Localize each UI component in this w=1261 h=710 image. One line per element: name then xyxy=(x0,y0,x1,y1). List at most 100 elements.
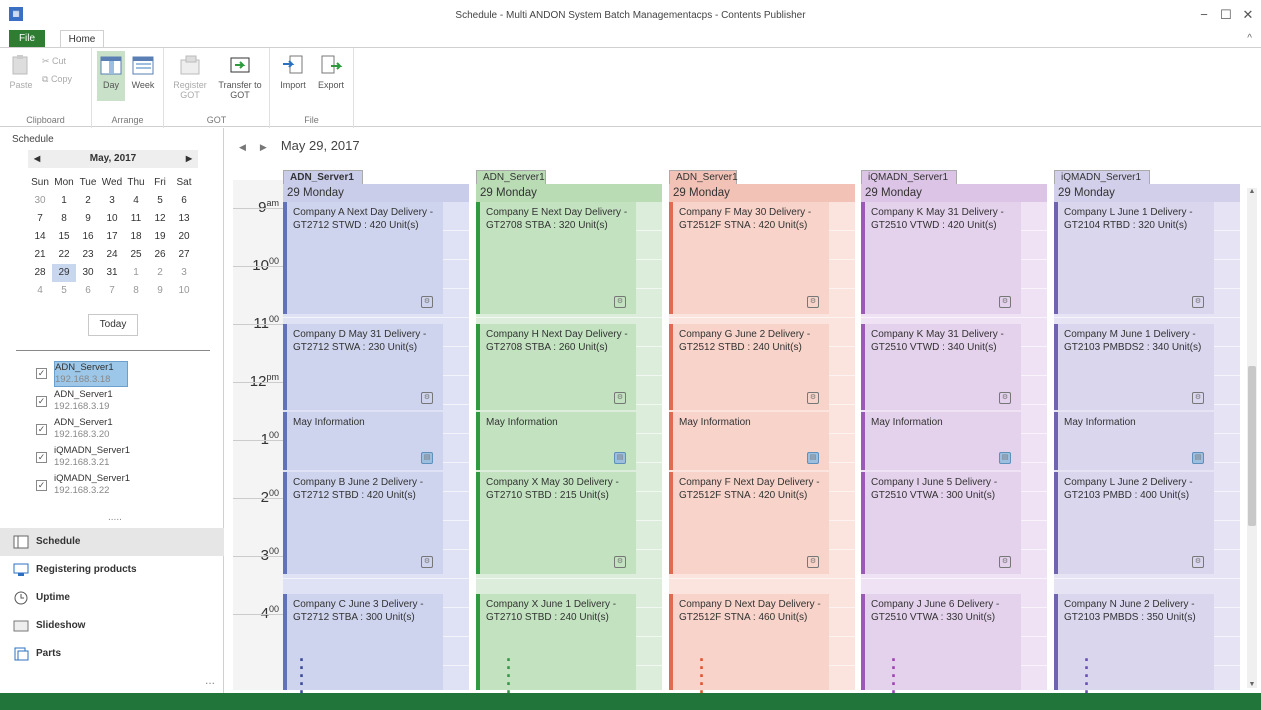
appointment[interactable]: Company D May 31 Delivery - GT2712 STWA … xyxy=(283,324,443,410)
appointment[interactable]: Company I June 5 Delivery - GT2510 VTWA … xyxy=(861,472,1021,574)
calendar-day[interactable]: 7 xyxy=(28,210,52,228)
calendar-day[interactable]: 31 xyxy=(100,264,124,282)
appointment[interactable]: Company K May 31 Delivery - GT2510 VTWD … xyxy=(861,202,1021,314)
nav-item-parts[interactable]: Parts xyxy=(0,640,224,668)
calendar-day[interactable]: 5 xyxy=(148,192,172,210)
appointment[interactable]: Company X May 30 Delivery - GT2710 STBD … xyxy=(476,472,636,574)
export-button[interactable]: Export xyxy=(314,54,348,90)
maximize-button[interactable]: ☐ xyxy=(1218,7,1234,23)
prev-day-button[interactable]: ◀ xyxy=(239,142,246,152)
calendar-day[interactable]: 15 xyxy=(52,228,76,246)
week-view-button[interactable]: Week xyxy=(128,54,158,90)
appointment[interactable]: Company M June 1 Delivery - GT2103 PMBDS… xyxy=(1054,324,1214,410)
calendar-day[interactable]: 3 xyxy=(100,192,124,210)
calendar-day[interactable]: 10 xyxy=(100,210,124,228)
server-item[interactable]: ✓ ADN_Server1 192.168.3.20 xyxy=(36,416,216,444)
server-item[interactable]: ✓ ADN_Server1 192.168.3.18 xyxy=(36,360,216,388)
calendar-day[interactable]: 27 xyxy=(172,246,196,264)
scroll-thumb[interactable] xyxy=(1248,366,1256,526)
appointment[interactable]: May Information ▤ xyxy=(1054,412,1214,470)
day-body[interactable]: Company K May 31 Delivery - GT2510 VTWD … xyxy=(861,202,1047,695)
calendar-day[interactable]: 17 xyxy=(100,228,124,246)
nav-overflow-button[interactable]: ... xyxy=(205,673,215,687)
appointment[interactable]: Company H Next Day Delivery - GT2708 STB… xyxy=(476,324,636,410)
server-info[interactable]: ADN_Server1 192.168.3.20 xyxy=(54,417,128,441)
server-checkbox[interactable]: ✓ xyxy=(36,396,47,407)
day-body[interactable]: Company L June 1 Delivery - GT2104 RTBD … xyxy=(1054,202,1240,695)
nav-item-uptime[interactable]: Uptime xyxy=(0,584,224,612)
server-info[interactable]: ADN_Server1 192.168.3.18 xyxy=(54,361,128,387)
calendar-day[interactable]: 30 xyxy=(76,264,100,282)
server-item[interactable]: ✓ iQMADN_Server1 192.168.3.21 xyxy=(36,444,216,472)
server-tab[interactable]: iQMADN_Server1 xyxy=(861,170,957,184)
nav-item-registering-products[interactable]: Registering products xyxy=(0,556,224,584)
appointment[interactable]: May Information ▤ xyxy=(476,412,636,470)
server-item[interactable]: ✓ iQMADN_Server1 192.168.3.22 xyxy=(36,472,216,500)
tab-file[interactable]: File xyxy=(9,30,45,48)
next-day-button[interactable]: ▶ xyxy=(260,142,267,152)
calendar-day[interactable]: 5 xyxy=(52,282,76,300)
calendar-day[interactable]: 14 xyxy=(28,228,52,246)
calendar-day[interactable]: 2 xyxy=(148,264,172,282)
calendar-day[interactable]: 16 xyxy=(76,228,100,246)
calendar-day[interactable]: 1 xyxy=(124,264,148,282)
calendar-day[interactable]: 18 xyxy=(124,228,148,246)
server-checkbox[interactable]: ✓ xyxy=(36,368,47,379)
calendar-day[interactable]: 8 xyxy=(124,282,148,300)
calendar-day[interactable]: 2 xyxy=(76,192,100,210)
calendar-day[interactable]: 28 xyxy=(28,264,52,282)
appointment[interactable]: Company F Next Day Delivery - GT2512F ST… xyxy=(669,472,829,574)
appointment[interactable]: Company X June 1 Delivery - GT2710 STBD … xyxy=(476,594,636,690)
server-checkbox[interactable]: ✓ xyxy=(36,452,47,463)
paste-button[interactable]: Paste xyxy=(6,54,36,90)
server-checkbox[interactable]: ✓ xyxy=(36,424,47,435)
server-info[interactable]: iQMADN_Server1 192.168.3.21 xyxy=(54,445,130,469)
appointment[interactable]: Company K May 31 Delivery - GT2510 VTWD … xyxy=(861,324,1021,410)
nav-item-slideshow[interactable]: Slideshow xyxy=(0,612,224,640)
collapse-ribbon-button[interactable]: ^ xyxy=(1247,33,1252,44)
next-month-button[interactable]: ▶ xyxy=(186,150,192,168)
today-button[interactable]: Today xyxy=(88,314,138,336)
prev-month-button[interactable]: ◀ xyxy=(34,150,40,168)
calendar-day[interactable]: 3 xyxy=(172,264,196,282)
nav-item-schedule[interactable]: Schedule xyxy=(0,528,224,556)
calendar-day[interactable]: 26 xyxy=(148,246,172,264)
calendar-day[interactable]: 11 xyxy=(124,210,148,228)
server-info[interactable]: iQMADN_Server1 192.168.3.22 xyxy=(54,473,130,497)
import-button[interactable]: Import xyxy=(276,54,310,90)
appointment[interactable]: May Information ▤ xyxy=(669,412,829,470)
day-body[interactable]: Company E Next Day Delivery - GT2708 STB… xyxy=(476,202,662,695)
calendar-day[interactable]: 8 xyxy=(52,210,76,228)
scroll-down-arrow[interactable]: ▼ xyxy=(1247,681,1257,688)
calendar-day[interactable]: 19 xyxy=(148,228,172,246)
transfer-got-button[interactable]: Transfer to GOT xyxy=(216,54,264,100)
calendar-day[interactable]: 7 xyxy=(100,282,124,300)
calendar-day[interactable]: 30 xyxy=(28,192,52,210)
register-got-button[interactable]: Register GOT xyxy=(170,54,210,100)
close-button[interactable]: ✕ xyxy=(1240,7,1256,23)
calendar-day[interactable]: 21 xyxy=(28,246,52,264)
appointment[interactable]: Company B June 2 Delivery - GT2712 STBD … xyxy=(283,472,443,574)
calendar-day[interactable]: 10 xyxy=(172,282,196,300)
appointment[interactable]: Company J June 6 Delivery - GT2510 VTWA … xyxy=(861,594,1021,690)
appointment[interactable]: Company L June 1 Delivery - GT2104 RTBD … xyxy=(1054,202,1214,314)
day-view-button[interactable]: Day xyxy=(97,51,125,101)
calendar-day[interactable]: 24 xyxy=(100,246,124,264)
server-item[interactable]: ✓ ADN_Server1 192.168.3.19 xyxy=(36,388,216,416)
calendar-day[interactable]: 4 xyxy=(124,192,148,210)
day-body[interactable]: Company A Next Day Delivery - GT2712 STW… xyxy=(283,202,469,695)
appointment[interactable]: Company G June 2 Delivery - GT2512 STBD … xyxy=(669,324,829,410)
calendar-day[interactable]: 6 xyxy=(172,192,196,210)
server-checkbox[interactable]: ✓ xyxy=(36,480,47,491)
calendar-day[interactable]: 4 xyxy=(28,282,52,300)
cut-button[interactable]: ✂ Cut xyxy=(42,56,88,66)
calendar-day[interactable]: 9 xyxy=(148,282,172,300)
appointment[interactable]: Company D Next Day Delivery - GT2512F ST… xyxy=(669,594,829,690)
copy-button[interactable]: ⧉ Copy xyxy=(42,74,88,84)
appointment[interactable]: Company N June 2 Delivery - GT2103 PMBDS… xyxy=(1054,594,1214,690)
scroll-up-arrow[interactable]: ▲ xyxy=(1247,188,1257,195)
appointment[interactable]: Company A Next Day Delivery - GT2712 STW… xyxy=(283,202,443,314)
calendar-day[interactable]: 6 xyxy=(76,282,100,300)
server-info[interactable]: ADN_Server1 192.168.3.19 xyxy=(54,389,128,413)
appointment[interactable]: May Information ▤ xyxy=(861,412,1021,470)
